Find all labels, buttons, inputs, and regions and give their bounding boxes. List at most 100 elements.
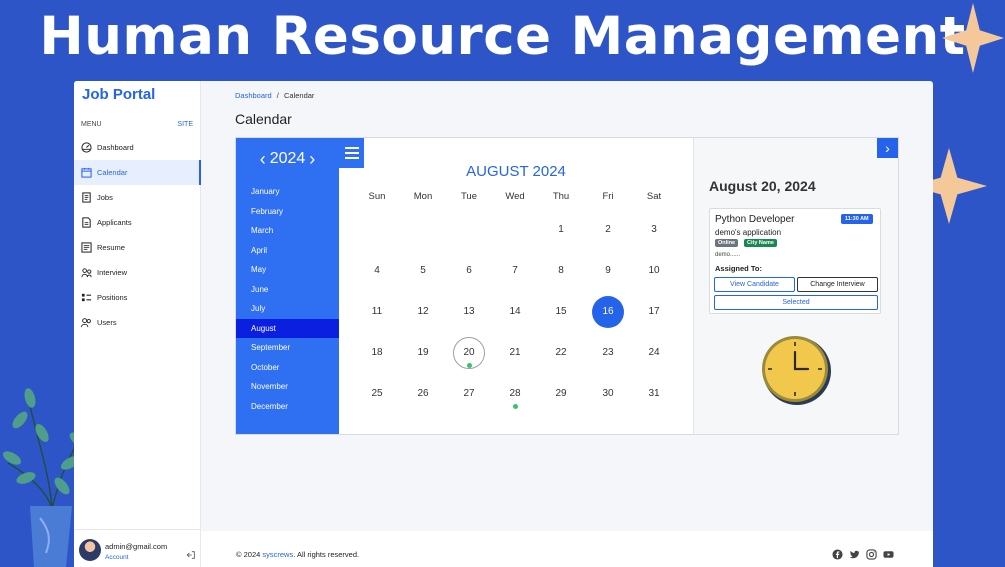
calendar-day[interactable]: 22 <box>545 337 577 369</box>
dashboard-icon <box>81 142 92 153</box>
jobs-icon <box>81 192 92 203</box>
calendar-day[interactable]: 23 <box>592 337 624 369</box>
next-year-button[interactable]: › <box>305 150 319 168</box>
calendar-day[interactable]: 4 <box>361 255 393 287</box>
calendar-title: AUGUST 2024 <box>466 163 566 180</box>
brand-logo[interactable]: Job Portal <box>82 86 155 103</box>
twitter-icon[interactable] <box>849 549 860 560</box>
calendar-day[interactable]: 27 <box>453 378 485 410</box>
event-time-badge: 11:30 AM <box>841 214 873 224</box>
next-arrow-button[interactable]: › <box>877 138 898 158</box>
calendar-day[interactable]: 6 <box>453 255 485 287</box>
calendar-day[interactable]: 26 <box>407 378 439 410</box>
user-email: admin@gmail.com <box>105 542 168 551</box>
sidebar-item-calendar[interactable]: Calendar <box>74 160 201 185</box>
positions-icon <box>81 292 92 303</box>
facebook-icon[interactable] <box>832 549 843 560</box>
calendar-day[interactable]: 7 <box>499 255 531 287</box>
sidebar: Job Portal MENU SITE Dashboard Calendar … <box>74 81 201 567</box>
app-window: Job Portal MENU SITE Dashboard Calendar … <box>74 81 933 567</box>
calendar-day[interactable]: 5 <box>407 255 439 287</box>
avatar[interactable] <box>79 539 101 561</box>
weekday-header: Fri <box>602 191 614 202</box>
calendar-day[interactable]: 1 <box>545 214 577 246</box>
menu-label: MENU <box>81 121 102 128</box>
calendar-day[interactable]: 14 <box>499 296 531 328</box>
month-item-february[interactable]: February <box>236 202 339 222</box>
calendar-day[interactable]: 11 <box>361 296 393 328</box>
interview-icon <box>81 267 92 278</box>
calendar-day[interactable]: 30 <box>592 378 624 410</box>
event-title: Python Developer <box>715 214 795 225</box>
event-dot <box>512 404 518 409</box>
calendar-day[interactable]: 13 <box>453 296 485 328</box>
user-profile[interactable]: admin@gmail.com Account <box>74 529 201 567</box>
site-link[interactable]: SITE <box>177 121 193 128</box>
mode-badge: Online <box>715 239 739 247</box>
calendar-day[interactable]: 21 <box>499 337 531 369</box>
month-item-september[interactable]: September <box>236 338 339 358</box>
sidebar-item-applicants[interactable]: Applicants <box>74 210 201 235</box>
calendar-day[interactable]: 16 <box>592 296 624 328</box>
sidebar-item-jobs[interactable]: Jobs <box>74 185 201 210</box>
calendar-day[interactable]: 19 <box>407 337 439 369</box>
users-icon <box>81 317 92 328</box>
view-candidate-button[interactable]: View Candidate <box>714 277 795 292</box>
calendar-day[interactable]: 8 <box>545 255 577 287</box>
sidebar-item-users[interactable]: Users <box>74 310 201 335</box>
month-item-january[interactable]: January <box>236 182 339 202</box>
month-item-october[interactable]: October <box>236 358 339 378</box>
sidebar-item-label: Users <box>97 318 117 327</box>
change-interview-button[interactable]: Change Interview <box>797 277 878 292</box>
sidebar-item-positions[interactable]: Positions <box>74 285 201 310</box>
calendar-day[interactable]: 29 <box>545 378 577 410</box>
calendar-day[interactable]: 9 <box>592 255 624 287</box>
calendar-day[interactable]: 15 <box>545 296 577 328</box>
youtube-icon[interactable] <box>883 549 894 560</box>
logout-icon[interactable] <box>186 547 196 565</box>
month-item-november[interactable]: November <box>236 377 339 397</box>
weekday-header: Sat <box>646 191 662 202</box>
page-title: Calendar <box>235 111 292 127</box>
selected-status-button[interactable]: Selected <box>714 295 878 310</box>
calendar-icon <box>81 167 92 178</box>
calendar-day[interactable]: 31 <box>638 378 670 410</box>
calendar-day[interactable]: 17 <box>638 296 670 328</box>
month-item-august[interactable]: August <box>236 318 339 338</box>
month-item-april[interactable]: April <box>236 241 339 261</box>
calendar-day[interactable]: 18 <box>361 337 393 369</box>
account-link[interactable]: Account <box>105 554 129 561</box>
month-sidebar: ‹ 2024 › January February March April May Jun… <box>236 138 339 434</box>
interview-event-card: Python Developer 11:30 AM demo's applica… <box>709 208 881 314</box>
prev-year-button[interactable]: ‹ <box>256 150 270 168</box>
event-subtitle: demo's application <box>715 228 782 237</box>
sidebar-item-resume[interactable]: Resume <box>74 235 201 260</box>
month-item-march[interactable]: March <box>236 221 339 241</box>
sidebar-item-label: Resume <box>97 243 125 252</box>
month-item-may[interactable]: May <box>236 260 339 280</box>
sidebar-item-label: Applicants <box>97 218 132 227</box>
calendar-day[interactable]: 25 <box>361 378 393 410</box>
month-item-june[interactable]: June <box>236 280 339 300</box>
weekday-header: Tue <box>460 191 478 202</box>
calendar-day[interactable]: 24 <box>638 337 670 369</box>
company-link[interactable]: syscrews <box>262 550 293 559</box>
clock-illustration <box>762 336 831 405</box>
footer: © 2024 syscrews. All rights reserved. <box>201 531 933 567</box>
year-label: 2024 <box>269 150 306 167</box>
calendar-day[interactable]: 10 <box>638 255 670 287</box>
month-item-july[interactable]: July <box>236 299 339 319</box>
calendar-day[interactable]: 12 <box>407 296 439 328</box>
sidebar-item-dashboard[interactable]: Dashboard <box>74 135 201 160</box>
weekday-header: Mon <box>413 191 433 202</box>
breadcrumb-dashboard-link[interactable]: Dashboard <box>235 91 272 100</box>
selected-date-heading: August 20, 2024 <box>709 178 816 194</box>
sidebar-nav: Dashboard Calendar Jobs Applicants Resum… <box>74 135 201 335</box>
banner-title: Human Resource Management <box>39 6 966 67</box>
event-description: demo...... <box>715 252 741 258</box>
calendar-day[interactable]: 3 <box>638 214 670 246</box>
calendar-day[interactable]: 2 <box>592 214 624 246</box>
month-item-december[interactable]: December <box>236 397 339 417</box>
instagram-icon[interactable] <box>866 549 877 560</box>
sidebar-item-interview[interactable]: Interview <box>74 260 201 285</box>
